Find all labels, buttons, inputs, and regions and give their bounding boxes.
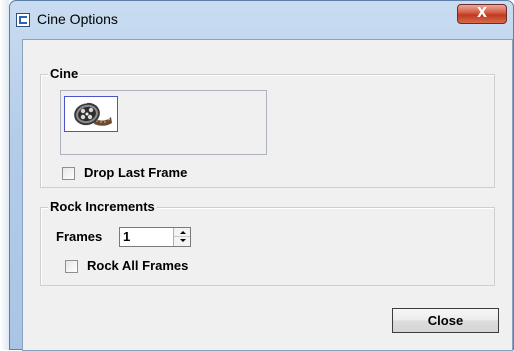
- window-title: Cine Options: [37, 11, 118, 27]
- window-close-button[interactable]: X: [457, 4, 507, 24]
- close-button[interactable]: Close: [392, 308, 499, 333]
- frames-stepper-buttons: [173, 228, 190, 246]
- title-bar[interactable]: Cine Options X: [10, 1, 513, 39]
- cine-group-label: Cine: [48, 66, 81, 82]
- cine-groupbox: Cine Drop Last Frame: [40, 66, 495, 188]
- rock-all-frames-checkbox[interactable]: [65, 260, 78, 273]
- frames-increment-button[interactable]: [174, 228, 190, 237]
- background-strip: [0, 0, 9, 350]
- app-icon: [16, 13, 30, 27]
- frames-decrement-button[interactable]: [174, 237, 190, 246]
- drop-last-frame-label: Drop Last Frame: [84, 165, 188, 180]
- cine-options-dialog: Cine Options X Cine Drop Last Frame Rock…: [9, 0, 514, 351]
- cine-play-button[interactable]: [64, 96, 118, 132]
- film-reel-icon: [74, 102, 112, 126]
- rock-increments-groupbox: Rock Increments Frames 1 Rock All Frames: [40, 199, 495, 286]
- frames-label: Frames: [56, 229, 103, 244]
- reel-panel: [60, 90, 267, 155]
- drop-last-frame-checkbox[interactable]: [62, 167, 75, 180]
- rock-increments-group-label: Rock Increments: [48, 199, 157, 215]
- frames-stepper[interactable]: 1: [119, 227, 191, 247]
- rock-all-frames-label: Rock All Frames: [87, 258, 189, 273]
- dialog-client-area: Cine Drop Last Frame Rock Increments Fra…: [22, 39, 513, 351]
- frames-input[interactable]: 1: [123, 229, 171, 245]
